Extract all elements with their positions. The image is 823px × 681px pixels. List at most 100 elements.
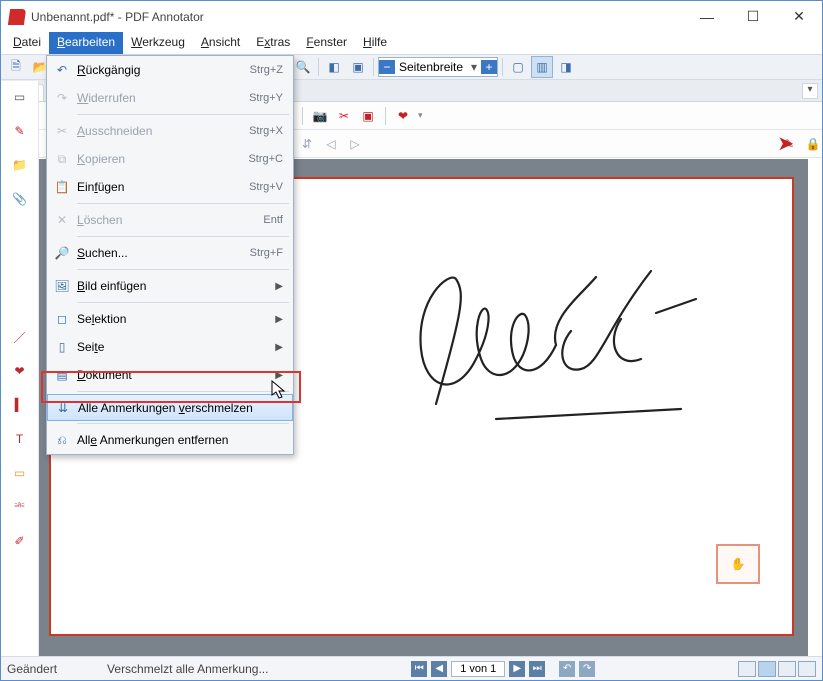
menuitem-r-ckg-ngig[interactable]: ↶RückgängigStrg+Z [47,56,293,84]
rail-stamp-icon[interactable]: ⎃ [10,497,30,517]
menuitem-shortcut: Strg+F [250,247,283,259]
snapshot-icon[interactable]: ▣ [359,107,377,125]
menuitem-label: Suchen... [77,246,250,260]
handwriting-annotation[interactable]: Jack [401,259,721,439]
nav-first-icon[interactable]: ⏮ [411,661,427,677]
menuitem-shortcut: Entf [263,214,283,226]
left-toolrail: ▭ ✎ 📁 📎 ／ ❤ ▍ T ▭ ⎃ ✐ [1,81,39,656]
app-icon [8,9,26,25]
menuitem-kopieren: ⧉KopierenStrg+C [47,145,293,173]
zoom-combo[interactable]: − Seitenbreite ▾ + [378,57,498,77]
menu-hilfe[interactable]: Hilfe [355,32,395,54]
rail-text-icon[interactable]: T [10,429,30,449]
rail-pen-icon[interactable]: ✎ [10,121,30,141]
menuitem-seite[interactable]: ▯Seite▶ [47,333,293,361]
view-two-icon[interactable] [778,661,796,677]
menuitem-label: Löschen [77,213,263,227]
minimize-button[interactable]: — [684,1,730,32]
sidebar-icon[interactable]: ◧ [323,56,345,78]
menuitem-icon: ⎌ [47,433,77,448]
lock-icon[interactable]: 🔒 [804,135,822,153]
page-number-input[interactable] [451,661,505,677]
rail-note-icon[interactable]: ▭ [10,463,30,483]
menuitem-icon: ◻ [47,312,77,326]
rotate-l-icon[interactable]: ◁ [322,135,340,153]
preview-icon[interactable]: ▣ [347,56,369,78]
menuitem-shortcut: Strg+Y [249,92,283,104]
nav-back-icon[interactable]: ↶ [559,661,575,677]
zoom-out-icon[interactable]: − [379,60,395,74]
menuitem-shortcut: Strg+C [248,153,283,165]
menu-ansicht[interactable]: Ansicht [193,32,248,54]
menuitem-dokument[interactable]: ▤Dokument▶ [47,361,293,389]
menuitem-icon: ✕ [47,213,77,227]
find-icon[interactable]: 🔍 [292,56,314,78]
menu-datei[interactable]: Datei [5,32,49,54]
nav-prev-icon[interactable]: ◀ [431,661,447,677]
menuitem-widerrufen: ↷WiderrufenStrg+Y [47,84,293,112]
menuitem-label: Alle Anmerkungen entfernen [77,433,283,447]
rail-heart-icon[interactable]: ❤ [10,361,30,381]
menuitem-label: Kopieren [77,152,248,166]
rail-eraser-icon[interactable]: ✐ [10,531,30,551]
menuitem-bild-einf-gen[interactable]: 🖼Bild einfügen▶ [47,272,293,300]
menuitem-label: Ausschneiden [77,124,249,138]
menuitem-ausschneiden: ✂AusschneidenStrg+X [47,117,293,145]
status-modified: Geändert [7,662,57,676]
rail-highlight-icon[interactable]: ▍ [10,395,30,415]
view-two-cont-icon[interactable] [798,661,816,677]
zoom-label: Seitenbreite [395,60,467,74]
layout3-icon[interactable]: ◨ [555,56,577,78]
layout1-icon[interactable]: ▢ [507,56,529,78]
page-navigator: ⏮ ◀ ▶ ⏭ ↶ ↷ [411,661,595,677]
menu-fenster[interactable]: Fenster [298,32,355,54]
hand-tool-button[interactable]: ✋ [716,544,760,584]
menuitem-selektion[interactable]: ◻Selektion▶ [47,305,293,333]
zoom-in-icon[interactable]: + [481,60,497,74]
nav-fwd-icon[interactable]: ↷ [579,661,595,677]
nav-last-icon[interactable]: ⏭ [529,661,545,677]
titlebar: Unbenannt.pdf* - PDF Annotator — ☐ ✕ [1,1,822,32]
new-icon[interactable]: 🗎 [5,56,27,78]
status-hint: Verschmelzt alle Anmerkung... [107,662,268,676]
camera-icon[interactable]: 📷 [311,107,329,125]
submenu-arrow-icon: ▶ [273,314,283,325]
tab-list-dropdown-icon[interactable]: ▾ [802,83,818,99]
rail-select-icon[interactable]: ▭ [10,87,30,107]
menuitem-alle-anmerkungen-entfernen[interactable]: ⎌Alle Anmerkungen entfernen [47,426,293,454]
rotate-r-icon[interactable]: ▷ [346,135,364,153]
menu-werkzeug[interactable]: Werkzeug [123,32,193,54]
menuitem-suchen-[interactable]: 🔎Suchen...Strg+F [47,239,293,267]
menu-bearbeiten[interactable]: Bearbeiten [49,32,123,54]
layout2-icon[interactable]: ▥ [531,56,553,78]
menuitem-label: Seite [77,340,273,354]
maximize-button[interactable]: ☐ [730,1,776,32]
menu-extras[interactable]: Extras [248,32,298,54]
menuitem-shortcut: Strg+V [249,181,283,193]
menuitem-icon: 📋 [47,180,77,194]
favorite-icon[interactable]: ❤ [394,107,412,125]
menuitem-label: Bild einfügen [77,279,273,293]
cursor-tool-indicator[interactable]: ➤ [777,131,794,156]
crop-icon[interactable]: ✂ [335,107,353,125]
menuitem-alle-anmerkungen-verschmelzen[interactable]: ⇊Alle Anmerkungen verschmelzen [47,394,293,421]
menuitem-icon: ✂ [47,124,77,138]
menuitem-shortcut: Strg+X [249,125,283,137]
view-single-icon[interactable] [738,661,756,677]
zoom-dropdown-icon[interactable]: ▾ [467,60,481,74]
menuitem-label: Alle Anmerkungen verschmelzen [78,401,282,415]
menuitem-einf-gen[interactable]: 📋EinfügenStrg+V [47,173,293,201]
submenu-arrow-icon: ▶ [273,342,283,353]
menuitem-icon: ▤ [47,368,77,382]
rail-folder-icon[interactable]: 📁 [10,155,30,175]
rail-clip-icon[interactable]: 📎 [10,189,30,209]
menuitem-icon: ⧉ [47,152,77,167]
nav-next-icon[interactable]: ▶ [509,661,525,677]
menuitem-l-schen: ✕LöschenEntf [47,206,293,234]
close-button[interactable]: ✕ [776,1,822,32]
menuitem-label: Widerrufen [77,91,249,105]
rail-pen2-icon[interactable]: ／ [10,327,30,347]
flip-v-icon[interactable]: ⇵ [298,135,316,153]
statusbar: Geändert Verschmelzt alle Anmerkung... ⏮… [1,656,822,680]
view-cont-icon[interactable] [758,661,776,677]
